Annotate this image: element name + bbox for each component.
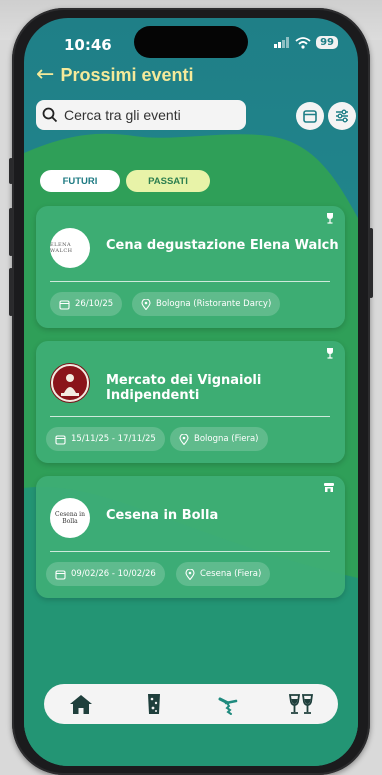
event-date: 15/11/25 - 17/11/25 xyxy=(71,434,156,444)
card-divider xyxy=(50,281,330,282)
event-location-chip: Bologna (Fiera) xyxy=(170,427,268,451)
silent-switch xyxy=(9,158,13,184)
event-card[interactable]: Mercato dei Vignaioli Indipendenti 15/11… xyxy=(36,341,345,463)
event-logo: Cesena in Bolla xyxy=(50,498,90,538)
wine-glasses-icon xyxy=(289,694,314,714)
event-title: Mercato dei Vignaioli Indipendenti xyxy=(106,373,262,403)
nav-wine-glasses[interactable] xyxy=(279,684,323,724)
volume-up-button xyxy=(9,208,13,256)
back-arrow-icon[interactable]: ← xyxy=(36,64,54,86)
location-pin-icon xyxy=(185,568,195,580)
tab-futuri[interactable]: FUTURI xyxy=(40,170,120,192)
card-divider xyxy=(50,551,330,552)
event-date-chip: 26/10/25 xyxy=(50,292,123,316)
battery-icon: 99 xyxy=(316,36,338,49)
cork-icon xyxy=(148,694,161,714)
calendar-icon xyxy=(55,434,66,445)
wifi-icon xyxy=(295,36,311,49)
event-location: Bologna (Ristorante Darcy) xyxy=(156,299,272,309)
nav-home[interactable] xyxy=(59,684,103,724)
location-pin-icon xyxy=(179,433,189,445)
page-title: Prossimi eventi xyxy=(60,64,194,85)
event-date: 26/10/25 xyxy=(75,299,114,309)
vignaioli-logo-icon xyxy=(51,364,89,402)
page-header: ← Prossimi eventi xyxy=(36,64,194,86)
corkscrew-icon xyxy=(218,697,238,715)
location-pin-icon xyxy=(141,298,151,310)
store-icon xyxy=(324,483,334,492)
bottom-navigation xyxy=(44,684,338,724)
wine-glass-icon xyxy=(327,348,333,359)
event-date: 09/02/26 - 10/02/26 xyxy=(71,569,156,579)
event-location-chip: Bologna (Ristorante Darcy) xyxy=(132,292,281,316)
event-title: Cena degustazione Elena Walch xyxy=(106,238,339,253)
nav-cork[interactable] xyxy=(132,684,176,724)
nav-corkscrew[interactable] xyxy=(206,684,250,724)
sliders-icon xyxy=(336,109,348,123)
tab-passati[interactable]: PASSATI xyxy=(126,170,210,192)
app-screen: 10:46 99 ← Prossimi eventi Cerca tra gli… xyxy=(24,18,358,766)
search-input[interactable] xyxy=(64,107,234,123)
calendar-icon xyxy=(303,110,317,123)
status-time: 10:46 xyxy=(64,36,112,54)
event-card[interactable]: ELENA WALCH Cena degustazione Elena Walc… xyxy=(36,206,345,328)
event-date-chip: 09/02/26 - 10/02/26 xyxy=(46,562,165,586)
card-divider xyxy=(50,416,330,417)
calendar-icon xyxy=(55,569,66,580)
wine-glass-icon xyxy=(327,213,333,224)
event-location: Bologna (Fiera) xyxy=(194,434,259,444)
search-icon xyxy=(42,107,58,123)
volume-down-button xyxy=(9,268,13,316)
calendar-filter-button[interactable] xyxy=(296,102,324,130)
event-logo-text: ELENA WALCH xyxy=(50,242,73,254)
event-tabs: FUTURI PASSATI xyxy=(40,170,210,192)
dynamic-island xyxy=(134,26,248,58)
event-logo-text: Cesena in Bolla xyxy=(55,511,85,525)
event-card[interactable]: Cesena in Bolla Cesena in Bolla 09/02/26… xyxy=(36,476,345,598)
power-button xyxy=(369,228,373,298)
filter-settings-button[interactable] xyxy=(328,102,356,130)
calendar-icon xyxy=(59,299,70,310)
event-location-chip: Cesena (Fiera) xyxy=(176,562,271,586)
event-logo: ELENA WALCH xyxy=(50,228,90,268)
status-icons: 99 xyxy=(274,36,338,49)
event-logo xyxy=(50,363,90,403)
event-location: Cesena (Fiera) xyxy=(200,569,262,579)
event-title: Cesena in Bolla xyxy=(106,508,219,523)
home-icon xyxy=(69,695,92,714)
event-date-chip: 15/11/25 - 17/11/25 xyxy=(46,427,165,451)
search-bar[interactable] xyxy=(36,100,246,130)
signal-icon xyxy=(274,37,290,48)
